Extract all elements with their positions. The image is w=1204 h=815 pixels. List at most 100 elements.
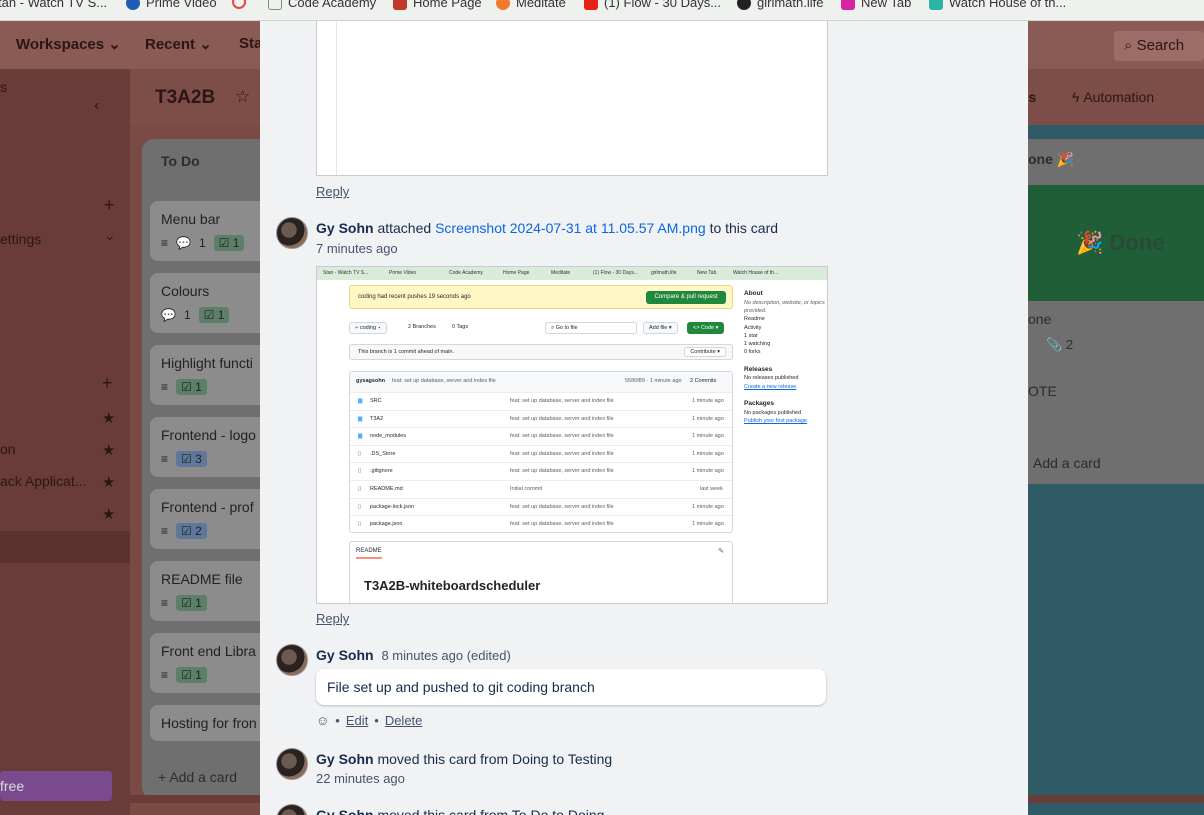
avatar[interactable] [276,644,308,676]
card-title: Hosting for fron [161,715,257,731]
list-title[interactable]: one 🎉 [1028,151,1074,168]
attachment-image[interactable]: Stan - Watch TV S... Prime Video Code Ac… [316,266,828,604]
plus-icon[interactable]: + [102,373,113,394]
card[interactable]: Menu bar ≡ 💬 1 ☑ 1 [150,201,272,261]
card-title[interactable]: OTE [1028,383,1057,399]
bookmark-item[interactable]: Watch House of th... [929,0,1066,10]
bookmark-item[interactable] [232,0,246,9]
sidebar-item-settings[interactable]: ettings [0,231,41,247]
file-name: package.json [370,521,403,528]
activity-time[interactable]: 22 minutes ago [316,771,405,786]
avatar[interactable] [276,804,308,815]
list-title[interactable]: To Do [161,153,200,169]
file-name: T3A2 [370,415,384,422]
file-time: last week [700,486,723,492]
reply-link[interactable]: Reply [316,184,349,199]
sidebar-item-board[interactable]: ack Applicat... [0,473,86,489]
plus-icon[interactable]: + [104,195,115,216]
file-table: gysagsohn feat: set up database, server … [349,371,733,533]
about-item: 1 watching [744,341,771,347]
add-card-button[interactable]: + Add a card [158,769,237,785]
card[interactable]: Frontend - prof ≡ ☑ 2 [150,489,272,549]
starred-menu[interactable]: Sta [239,35,262,52]
file-commit-msg: feat: set up database, server and index … [510,415,614,422]
reply-link[interactable]: Reply [316,611,349,626]
releases-heading: Releases [744,365,773,373]
bookmark-item[interactable]: Prime Video [126,0,217,10]
comment-count: 1 [198,236,206,250]
activity-user[interactable]: Gy Sohn [316,751,374,767]
preview-gutter [317,21,337,175]
screenshot-bookmark: Watch House of th... [733,270,779,276]
bookmark-item[interactable]: Meditate [496,0,566,10]
card[interactable]: Front end Libra ≡ ☑ 1 [150,633,272,693]
file-row: ▆ SRC feat: set up database, server and in… [350,392,732,410]
chevron-down-icon[interactable]: ⌄ [104,227,116,244]
search-button[interactable]: ⌕ Search [1114,31,1204,61]
card[interactable]: Hosting for fron [150,705,272,741]
card-cover-done[interactable]: 🎉 Done [1028,185,1204,301]
screenshot-bookmark: Meditate [551,270,571,276]
activity-moved: Gy Sohn moved this card from Doing to Te… [316,751,612,767]
comment-user[interactable]: Gy Sohn [316,647,374,663]
bookmark-item[interactable]: Code Academy [268,0,376,10]
push-banner: coding had recent pushes 19 seconds ago … [349,285,733,309]
board-title[interactable]: T3A2B [155,87,215,109]
attachment-link[interactable]: Screenshot 2024-07-31 at 11.05.57 AM.png [435,220,706,236]
bookmark-label: New Tab [861,0,912,10]
avatar[interactable] [276,748,308,780]
watch-icon [929,0,943,10]
screenshot-bookmark: Home Page [503,270,530,276]
card[interactable]: README file ≡ ☑ 1 [150,561,272,621]
file-row: ▆ node_modules feat: set up database, serv… [350,427,732,445]
delete-comment-link[interactable]: Delete [385,713,423,728]
file-row: ▯ .gitignore feat: set up database, server… [350,462,732,480]
about-desc: No description, website, or topics provi… [744,299,825,314]
description-icon: ≡ [161,524,169,538]
activity-user[interactable]: Gy Sohn [316,220,374,236]
commit-meta: 5586f89 · 1 minute ago [625,378,682,384]
star-icon[interactable]: ★ [102,505,115,523]
card-title: Colours [161,283,210,299]
recent-menu[interactable]: Recent ⌄ [145,35,212,53]
prime-video-icon [126,0,140,10]
avatar[interactable] [276,217,308,249]
star-icon[interactable]: ☆ [235,87,250,107]
file-commit-msg: feat: set up database, server and index … [510,521,614,528]
star-icon[interactable]: ★ [102,409,115,427]
checklist-badge: ☑ 1 [176,667,207,683]
youtube-icon [584,0,598,10]
card[interactable]: Highlight functi ≡ ☑ 1 [150,345,272,405]
emoji-reaction-icon[interactable]: ☺ [316,713,329,728]
automation-button[interactable]: ϟ Automation [1072,89,1154,105]
star-icon[interactable]: ★ [102,473,115,491]
activity-user[interactable]: Gy Sohn [316,807,374,815]
checklist-count: 1 [217,308,225,322]
star-icon[interactable]: ★ [102,441,115,459]
ahead-text: This branch is 1 commit ahead of main. [358,349,454,355]
bookmark-item[interactable]: New Tab [841,0,911,10]
bookmark-item[interactable]: girlmath.life [737,0,823,10]
card-detail-modal: Reply Gy Sohn attached Screenshot 2024-0… [260,21,1028,815]
branch-name: coding [359,325,377,331]
add-card-button[interactable]: Add a card [1033,455,1101,471]
bookmark-item[interactable]: tan - Watch TV S... [0,0,107,10]
attachment-preview[interactable] [316,21,828,176]
workspaces-menu[interactable]: Workspaces ⌄ [16,35,121,53]
sidebar-selected-row[interactable] [0,531,130,563]
girlmath-icon [737,0,751,10]
github-screenshot: Stan - Watch TV S... Prime Video Code Ac… [317,267,827,603]
card-title[interactable]: one [1028,311,1051,327]
edit-comment-link[interactable]: Edit [346,713,368,728]
chevron-left-icon[interactable]: ‹ [94,97,99,115]
bookmark-item[interactable]: Home Page [393,0,482,10]
comment-time[interactable]: 8 minutes ago (edited) [381,648,510,663]
card[interactable]: Frontend - logo ≡ ☑ 3 [150,417,272,477]
sidebar-item-board[interactable]: on [0,441,16,457]
activity-time[interactable]: 7 minutes ago [316,241,398,256]
upgrade-button[interactable]: free [0,771,112,801]
card[interactable]: Colours 💬 1 ☑ 1 [150,273,272,333]
about-item: Readme [744,316,765,323]
bookmark-item[interactable]: (1) Flow - 30 Days... [584,0,721,10]
no-releases: No releases published [744,375,799,382]
